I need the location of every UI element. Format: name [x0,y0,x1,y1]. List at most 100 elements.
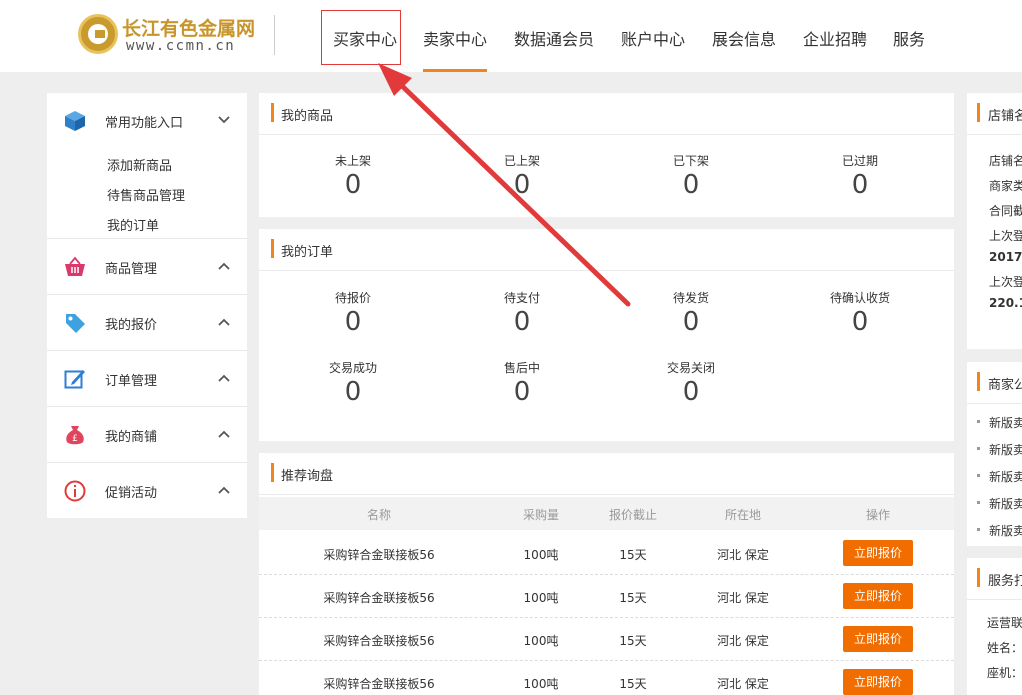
sidebar-section-common: 常用功能入口 添加新商品 待售商品管理 我的订单 [47,93,247,239]
chevron-up-icon [218,262,230,270]
column-header: 采购量 [522,508,559,522]
inquiry-name[interactable]: 采购锌合金联接板56 [299,589,459,606]
stat-expired[interactable]: 已过期 0 [800,152,920,200]
quote-now-button[interactable]: 立即报价 [843,583,913,609]
sidebar-link-pending-goods[interactable]: 待售商品管理 [107,185,185,204]
svg-text:£: £ [72,434,78,444]
edit-icon [64,370,85,389]
sidebar-section-label: 我的商铺 [105,430,158,445]
stat-completed[interactable]: 交易成功 0 [293,359,413,407]
table-row: 采购锌合金联接板56 100吨 15天 河北 保定 立即报价 [259,618,954,661]
sidebar-section-header[interactable]: 常用功能入口 [47,93,247,149]
chevron-down-icon [218,116,230,124]
inquiry-name[interactable]: 采购锌合金联接板56 [299,675,459,692]
table-header: 名称 采购量 报价截止 所在地 操作 [259,497,954,530]
chevron-up-icon [218,430,230,438]
chevron-up-icon [218,374,230,382]
panel-header: 我的商品 [259,93,954,135]
service-line: 运营联 [987,616,1022,630]
inquiry-location: 河北 保定 [717,548,769,562]
sidebar-section-promotions[interactable]: 促销活动 [47,463,247,519]
panel-title: 我的商品 [281,109,334,124]
service-line: 座机： [987,666,1022,680]
notice-item[interactable]: 新版卖 [989,414,1022,431]
quote-now-button[interactable]: 立即报价 [843,669,913,695]
notice-item[interactable]: 新版卖 [989,495,1022,512]
notice-item[interactable]: 新版卖 [989,468,1022,485]
nav-account-center[interactable]: 账户中心 [621,26,685,50]
panel-title: 服务打 [988,574,1022,589]
stat-after-sales[interactable]: 售后中 0 [462,359,582,407]
table-row: 采购锌合金联接板56 100吨 15天 河北 保定 立即报价 [259,532,954,575]
sidebar-section-goods[interactable]: 商品管理 [47,239,247,295]
nav-recruitment[interactable]: 企业招聘 [803,26,867,50]
nav-active-underline [423,69,487,72]
column-header: 报价截止 [608,508,657,522]
sidebar-section-label: 我的报价 [105,318,158,333]
inquiry-location: 河北 保定 [717,591,769,605]
shop-info-line: 上次登 [989,275,1022,289]
panel-title: 推荐询盘 [281,469,334,484]
sidebar-section-label: 常用功能入口 [105,116,184,131]
money-bag-icon: £ [66,426,84,445]
sidebar-section-shop[interactable]: £ 我的商铺 [47,407,247,463]
inquiry-name[interactable]: 采购锌合金联接板56 [299,546,459,563]
service-panel: 服务打 运营联 姓名： 座机： [967,558,1022,695]
sidebar-section-quotes[interactable]: 我的报价 [47,295,247,351]
stat-pending-quote[interactable]: 待报价 0 [293,289,413,337]
basket-icon [65,256,85,276]
sidebar-section-orders[interactable]: 订单管理 [47,351,247,407]
stat-pending-receipt[interactable]: 待确认收货 0 [800,289,920,337]
inquiry-qty: 100吨 [523,591,559,605]
panel-header: 服务打 [967,558,1022,600]
sidebar-link-my-orders[interactable]: 我的订单 [107,215,159,234]
column-header: 操作 [865,508,890,522]
panel-title: 商家公 [988,378,1022,393]
nav-exhibition-info[interactable]: 展会信息 [712,26,776,50]
sidebar-section-label: 促销活动 [105,486,158,501]
inquiry-qty: 100吨 [523,634,559,648]
inquiry-deadline: 15天 [619,634,647,648]
cube-icon [65,111,85,131]
header-divider [274,15,275,55]
last-login-time: 2017- [989,250,1022,264]
stat-listed[interactable]: 已上架 0 [462,152,582,200]
inquiry-name[interactable]: 采购锌合金联接板56 [299,632,459,649]
recommended-inquiries-panel: 推荐询盘 名称 采购量 报价截止 所在地 操作 采购锌合金联接板56 100吨 … [259,453,954,695]
stat-delisted[interactable]: 已下架 0 [631,152,751,200]
stat-unlisted[interactable]: 未上架 0 [293,152,413,200]
nav-data-member[interactable]: 数据通会员 [514,26,594,50]
nav-service[interactable]: 服务 [893,26,925,50]
my-goods-panel: 我的商品 未上架 0 已上架 0 已下架 0 已过期 0 [259,93,954,217]
panel-header: 推荐询盘 [259,453,954,495]
table-row: 采购锌合金联接板56 100吨 15天 河北 保定 立即报价 [259,575,954,618]
merchant-notice-panel: 商家公 新版卖 新版卖 新版卖 新版卖 新版卖 [967,362,1022,546]
sidebar: 常用功能入口 添加新商品 待售商品管理 我的订单 商品管理 我的报价 订单管理 … [47,93,247,518]
logo-url: www.ccmn.cn [126,38,236,54]
stat-pending-payment[interactable]: 待支付 0 [462,289,582,337]
column-header: 所在地 [724,508,761,522]
service-line: 姓名： [987,641,1022,655]
notice-item[interactable]: 新版卖 [989,441,1022,458]
last-login-ip: 220.1 [989,296,1022,310]
logo-mark-icon [78,14,118,54]
panel-title: 我的订单 [281,245,334,260]
inquiry-location: 河北 保定 [717,634,769,648]
site-logo[interactable]: 长江有色金属网 www.ccmn.cn [78,13,278,59]
stat-pending-shipment[interactable]: 待发货 0 [631,289,751,337]
nav-seller-center[interactable]: 卖家中心 [423,26,487,50]
chevron-up-icon [218,318,230,326]
inquiry-qty: 100吨 [523,677,559,691]
quote-now-button[interactable]: 立即报价 [843,540,913,566]
notice-item[interactable]: 新版卖 [989,522,1022,539]
inquiry-qty: 100吨 [523,548,559,562]
quote-now-button[interactable]: 立即报价 [843,626,913,652]
panel-header: 店铺名 [967,93,1022,135]
info-icon [64,480,86,502]
stat-closed[interactable]: 交易关闭 0 [631,359,751,407]
sidebar-link-add-product[interactable]: 添加新商品 [107,155,172,174]
shop-info-line: 店铺名 [989,154,1022,168]
shop-info-line: 合同截 [989,204,1022,218]
shop-info-panel: 店铺名 店铺名 商家类 合同截 上次登 2017- 上次登 220.1 [967,93,1022,349]
inquiry-deadline: 15天 [619,591,647,605]
